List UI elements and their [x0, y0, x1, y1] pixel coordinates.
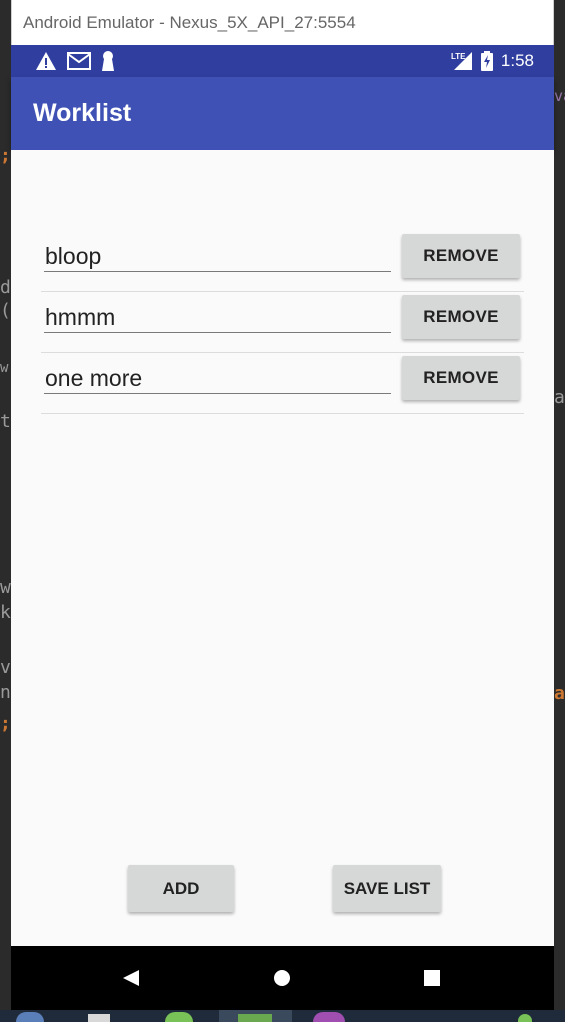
list-item: hmmm REMOVE: [41, 292, 524, 353]
remove-button[interactable]: REMOVE: [402, 356, 520, 400]
worklist-content: bloop REMOVE hmmm REMOVE one more REMOVE…: [11, 150, 554, 946]
item-text-field[interactable]: bloop: [44, 237, 391, 272]
taskbar-notepad-icon[interactable]: [88, 1014, 110, 1022]
home-icon[interactable]: [273, 969, 291, 987]
item-text: hmmm: [45, 304, 116, 330]
item-text-field[interactable]: one more: [44, 359, 391, 394]
item-text-field[interactable]: hmmm: [44, 298, 391, 333]
add-button[interactable]: ADD: [128, 865, 234, 912]
background-ide-left: ; d ( w t w k v n ;: [0, 45, 11, 1022]
taskbar-status-icon[interactable]: [518, 1014, 532, 1022]
taskbar-android-studio-icon[interactable]: [165, 1012, 193, 1022]
lte-signal-icon: LTE: [451, 52, 472, 70]
taskbar-shield-icon[interactable]: [16, 1012, 44, 1022]
mail-icon: [67, 52, 91, 70]
recents-icon[interactable]: [424, 970, 440, 986]
keyhole-icon: [102, 51, 114, 71]
app-bar: Worklist: [11, 77, 554, 150]
taskbar-app-icon[interactable]: [313, 1012, 345, 1022]
status-time: 1:58: [500, 51, 534, 70]
list-item: one more REMOVE: [41, 353, 524, 414]
battery-charging-icon: [480, 51, 493, 71]
window-title: Android Emulator - Nexus_5X_API_27:5554: [23, 13, 356, 32]
warning-icon: [36, 52, 56, 70]
app-title: Worklist: [33, 99, 132, 127]
background-ide-right: va a a: [554, 45, 565, 1022]
taskbar-terminal-icon[interactable]: [238, 1014, 272, 1022]
item-text: one more: [45, 365, 143, 391]
navigation-bar: [11, 946, 554, 1010]
list-item: bloop REMOVE: [41, 231, 524, 292]
status-bar: LTE 1:58: [11, 45, 554, 77]
save-list-button[interactable]: SAVE LIST: [333, 865, 441, 912]
network-type: LTE: [451, 52, 466, 61]
remove-button[interactable]: REMOVE: [402, 295, 520, 339]
remove-button[interactable]: REMOVE: [402, 234, 520, 278]
emulator-title-bar[interactable]: Android Emulator - Nexus_5X_API_27:5554: [11, 0, 554, 45]
item-text: bloop: [45, 243, 102, 269]
host-taskbar: [0, 1010, 565, 1022]
back-icon[interactable]: [122, 969, 140, 987]
